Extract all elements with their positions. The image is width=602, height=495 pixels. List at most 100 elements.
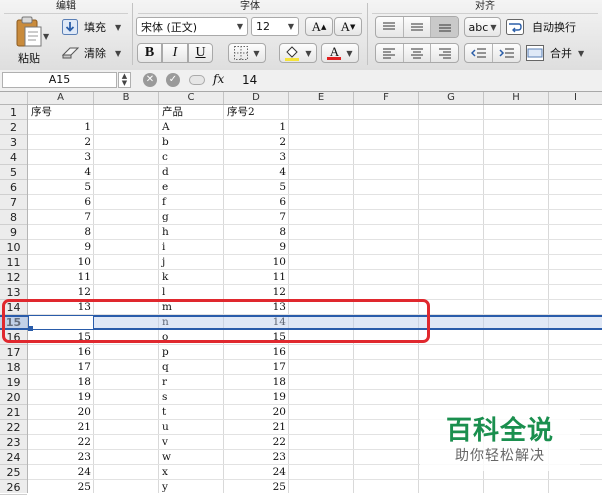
cell-A19[interactable]: 18 <box>28 375 94 390</box>
align-bottom-button[interactable] <box>431 17 458 37</box>
merge-button[interactable]: 合并 ▼ <box>526 44 584 62</box>
row-header-6[interactable]: 6 <box>0 180 27 195</box>
cell-C4[interactable]: c <box>159 150 224 165</box>
cell-D5[interactable]: 4 <box>224 165 289 180</box>
name-box-stepper[interactable]: ▲ ▼ <box>118 72 131 88</box>
row-header-11[interactable]: 11 <box>0 255 27 270</box>
cell-D4[interactable]: 3 <box>224 150 289 165</box>
column-header-F[interactable]: F <box>354 92 419 104</box>
cell-C24[interactable]: w <box>159 450 224 465</box>
cell-A9[interactable]: 8 <box>28 225 94 240</box>
cell-D23[interactable]: 22 <box>224 435 289 450</box>
cell-D6[interactable]: 5 <box>224 180 289 195</box>
row-header-23[interactable]: 23 <box>0 435 27 450</box>
cell-D20[interactable]: 19 <box>224 390 289 405</box>
cell-C5[interactable]: d <box>159 165 224 180</box>
cancel-icon[interactable]: ✕ <box>143 73 157 87</box>
decrease-font-size-button[interactable]: A ▼ <box>334 17 362 36</box>
align-center-button[interactable] <box>404 44 432 62</box>
decrease-indent-button[interactable] <box>465 44 493 62</box>
cell-A26[interactable]: 25 <box>28 480 94 493</box>
cell-D12[interactable]: 11 <box>224 270 289 285</box>
cell-A6[interactable]: 5 <box>28 180 94 195</box>
borders-button[interactable]: ▼ <box>228 43 266 63</box>
toggle-icon[interactable] <box>189 75 205 85</box>
cell-C8[interactable]: g <box>159 210 224 225</box>
column-header-E[interactable]: E <box>289 92 354 104</box>
cell-C18[interactable]: q <box>159 360 224 375</box>
cell-D3[interactable]: 2 <box>224 135 289 150</box>
font-name-select[interactable]: 宋体 (正文) ▼ <box>136 17 248 36</box>
cell-C1[interactable]: 产品 <box>159 105 224 120</box>
row-header-21[interactable]: 21 <box>0 405 27 420</box>
row-header-9[interactable]: 9 <box>0 225 27 240</box>
underline-button[interactable]: U <box>188 43 213 63</box>
cell-A11[interactable]: 10 <box>28 255 94 270</box>
align-left-button[interactable] <box>376 44 404 62</box>
wrap-text-button[interactable]: 自动换行 <box>506 17 576 37</box>
cell-D17[interactable]: 16 <box>224 345 289 360</box>
cell-A13[interactable]: 12 <box>28 285 94 300</box>
cell-A20[interactable]: 19 <box>28 390 94 405</box>
confirm-icon[interactable]: ✓ <box>166 73 180 87</box>
increase-font-size-button[interactable]: A ▲ <box>305 17 333 36</box>
row-header-5[interactable]: 5 <box>0 165 27 180</box>
cell-D13[interactable]: 12 <box>224 285 289 300</box>
row-header-12[interactable]: 12 <box>0 270 27 285</box>
fill-button[interactable]: 填充 ▼ <box>62 18 121 36</box>
cell-C12[interactable]: k <box>159 270 224 285</box>
row-header-1[interactable]: 1 <box>0 105 27 120</box>
row-header-3[interactable]: 3 <box>0 135 27 150</box>
fill-color-button[interactable]: ▼ <box>279 43 317 63</box>
cell-A8[interactable]: 7 <box>28 210 94 225</box>
cell-A12[interactable]: 11 <box>28 270 94 285</box>
text-orientation-button[interactable]: abc ▼ <box>464 17 501 37</box>
cell-C26[interactable]: y <box>159 480 224 493</box>
cell-C3[interactable]: b <box>159 135 224 150</box>
select-all-corner[interactable] <box>0 92 28 104</box>
cell-C7[interactable]: f <box>159 195 224 210</box>
align-right-button[interactable] <box>431 44 458 62</box>
cell-C25[interactable]: x <box>159 465 224 480</box>
align-top-button[interactable] <box>376 17 404 37</box>
align-middle-button[interactable] <box>404 17 432 37</box>
cell-A5[interactable]: 4 <box>28 165 94 180</box>
font-color-button[interactable]: A ▼ <box>321 43 359 63</box>
cell-A17[interactable]: 16 <box>28 345 94 360</box>
column-header-A[interactable]: A <box>28 92 94 104</box>
row-header-25[interactable]: 25 <box>0 465 27 480</box>
italic-button[interactable]: I <box>162 43 188 63</box>
column-header-D[interactable]: D <box>224 92 289 104</box>
cell-A4[interactable]: 3 <box>28 150 94 165</box>
row-header-18[interactable]: 18 <box>0 360 27 375</box>
cell-C11[interactable]: j <box>159 255 224 270</box>
cell-A10[interactable]: 9 <box>28 240 94 255</box>
increase-indent-button[interactable] <box>493 44 520 62</box>
column-header-B[interactable]: B <box>94 92 159 104</box>
cell-D1[interactable]: 序号2 <box>224 105 289 120</box>
column-header-G[interactable]: G <box>419 92 484 104</box>
cell-A1[interactable]: 序号 <box>28 105 94 120</box>
cell-D18[interactable]: 17 <box>224 360 289 375</box>
row-header-22[interactable]: 22 <box>0 420 27 435</box>
cell-A2[interactable]: 1 <box>28 120 94 135</box>
cell-C21[interactable]: t <box>159 405 224 420</box>
cell-A7[interactable]: 6 <box>28 195 94 210</box>
cell-A18[interactable]: 17 <box>28 360 94 375</box>
cell-C22[interactable]: u <box>159 420 224 435</box>
cell-C10[interactable]: i <box>159 240 224 255</box>
cell-A24[interactable]: 23 <box>28 450 94 465</box>
cell-C23[interactable]: v <box>159 435 224 450</box>
row-header-4[interactable]: 4 <box>0 150 27 165</box>
cell-D11[interactable]: 10 <box>224 255 289 270</box>
row-header-19[interactable]: 19 <box>0 375 27 390</box>
cell-D25[interactable]: 24 <box>224 465 289 480</box>
name-box[interactable]: A15 <box>2 72 117 88</box>
row-header-2[interactable]: 2 <box>0 120 27 135</box>
cell-C9[interactable]: h <box>159 225 224 240</box>
paste-dropdown-icon[interactable]: ▼ <box>43 32 49 41</box>
cell-C2[interactable]: A <box>159 120 224 135</box>
formula-input[interactable]: 14 <box>236 71 602 89</box>
paste-button[interactable]: 粘贴 <box>6 16 52 66</box>
cell-D24[interactable]: 23 <box>224 450 289 465</box>
